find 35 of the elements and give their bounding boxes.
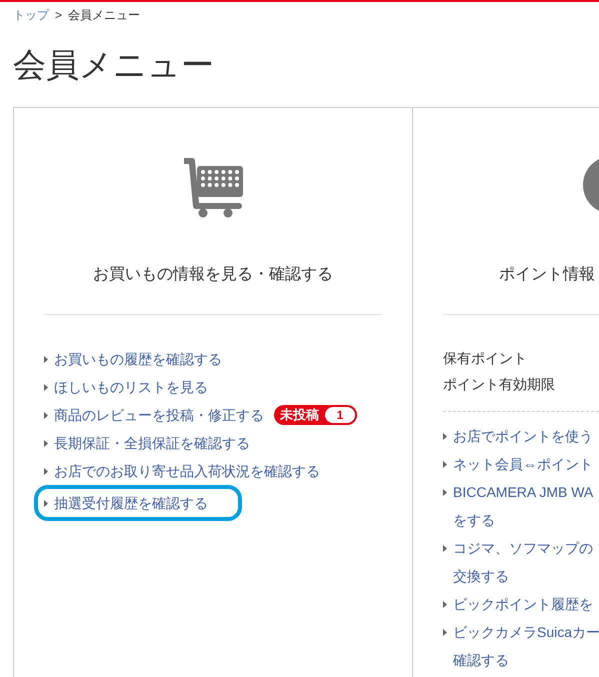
triangle-icon (443, 460, 447, 468)
triangle-icon (44, 412, 48, 418)
menu-link[interactable]: お店でポイントを使う (453, 422, 593, 450)
menu-link[interactable]: ネット会員⇔ポイント (453, 450, 593, 478)
page-title: 会員メニュー (13, 45, 215, 85)
info-label: 保有ポイント (443, 349, 528, 368)
menu-link[interactable]: ほしいものリストを見る (54, 373, 208, 401)
triangle-icon (443, 432, 447, 440)
menu-link[interactable]: 商品のレビューを投稿・修正する (54, 401, 264, 429)
cart-icon (182, 156, 244, 218)
triangle-icon (44, 468, 48, 474)
breadcrumb-separator: > (55, 7, 62, 24)
menu-link[interactable]: ビックポイント履歴を (453, 590, 593, 618)
breadcrumb-link[interactable]: トップ (13, 6, 49, 24)
menu-link[interactable]: コジマ、ソフマップの 交換する (453, 534, 593, 590)
badge-count: 1 (325, 407, 355, 423)
triangle-icon (44, 384, 48, 390)
badge-label: 未投稿 (280, 406, 319, 424)
breadcrumb-current: 会員メニュー (68, 7, 140, 24)
info-label: ポイント有効期限 (443, 375, 556, 394)
triangle-icon (443, 544, 447, 552)
triangle-icon (44, 440, 48, 446)
triangle-icon (44, 356, 48, 362)
menu-link[interactable]: BICCAMERA JMB WA をする (453, 478, 594, 534)
menu-link[interactable]: お買いもの履歴を確認する (54, 345, 222, 373)
triangle-icon (44, 500, 48, 506)
menu-link[interactable]: 長期保証・全損保証を確認する (54, 429, 250, 457)
triangle-icon (443, 600, 447, 608)
triangle-icon (443, 488, 447, 496)
card-heading: お買いもの情報を見る・確認する (92, 264, 334, 285)
card-heading: ポイント情報 (498, 264, 596, 285)
menu-link[interactable]: お店でのお取り寄せ品入荷状況を確認する (54, 457, 320, 485)
menu-link[interactable]: ビックカメラSuicaカー 確認する (453, 618, 599, 674)
menu-link[interactable]: 抽選受付履歴を確認する (54, 489, 208, 517)
triangle-icon (443, 628, 447, 636)
